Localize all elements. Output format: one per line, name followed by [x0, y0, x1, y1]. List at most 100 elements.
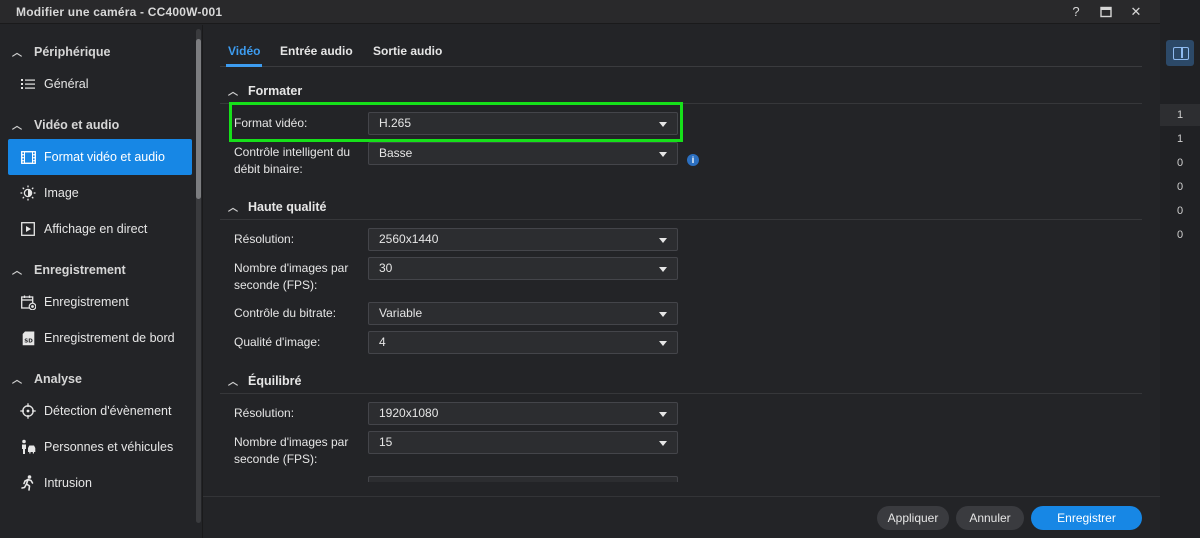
tab-video[interactable]: Vidéo	[228, 44, 260, 58]
sidebar-item-label: Détection d'évènement	[44, 404, 172, 418]
image-quality-label: Qualité d'image:	[234, 335, 321, 349]
dialog-title: Modifier une caméra - CC400W-001	[16, 4, 223, 19]
sidebar-item-label: Enregistrement	[44, 295, 129, 309]
section-divider	[220, 219, 1142, 220]
film-icon	[20, 149, 36, 165]
chevron-up-icon: ︿	[228, 377, 238, 388]
sidebar-section-enregistrement[interactable]: ︿ Enregistrement	[12, 262, 126, 278]
sidebar-item-edge-recording[interactable]: SD Enregistrement de bord	[8, 320, 192, 356]
bitrate-control-label: Contrôle du bitrate:	[234, 306, 337, 320]
maximize-icon[interactable]	[1098, 3, 1114, 21]
save-button[interactable]: Enregistrer	[1031, 506, 1142, 530]
background-value: 0	[1176, 181, 1184, 193]
chevron-up-icon: ︿	[12, 266, 22, 277]
caret-down-icon	[659, 267, 667, 272]
smart-bitrate-select[interactable]: Basse	[368, 142, 678, 165]
sidebar-item-label: Général	[44, 77, 89, 91]
panel-layout-icon[interactable]	[1166, 40, 1194, 66]
hq-image-quality-select[interactable]: 4	[368, 331, 678, 354]
select-value: Variable	[379, 306, 423, 320]
background-value: 0	[1176, 229, 1184, 241]
select-value: Basse	[379, 146, 413, 160]
title-bar: Modifier une caméra - CC400W-001 ? ✕	[0, 0, 1160, 24]
active-tab-indicator	[226, 64, 262, 67]
sidebar-item-people-vehicles[interactable]: Personnes et véhicules	[8, 429, 192, 465]
section-header-format[interactable]: ︿ Formater	[228, 83, 303, 99]
sidebar-section-video-audio[interactable]: ︿ Vidéo et audio	[12, 117, 120, 133]
sidebar-item-label: Personnes et véhicules	[44, 440, 174, 454]
background-value: 1	[1160, 104, 1200, 126]
sidebar: ︿ Périphérique Général ︿ Vidéo et audio …	[0, 25, 203, 538]
chevron-up-icon: ︿	[12, 48, 22, 59]
caret-down-icon	[659, 312, 667, 317]
sidebar-item-label: Format vidéo et audio	[44, 150, 165, 164]
dialog-footer: Appliquer Annuler Enregistrer	[203, 496, 1160, 538]
sidebar-item-image[interactable]: Image	[8, 175, 192, 211]
sidebar-item-intrusion[interactable]: Intrusion	[8, 465, 192, 501]
chevron-up-icon: ︿	[228, 87, 238, 98]
caret-down-icon	[659, 412, 667, 417]
sidebar-item-label: Affichage en direct	[44, 222, 148, 236]
play-box-icon	[20, 221, 36, 237]
balanced-fps-select[interactable]: 15	[368, 431, 678, 454]
sidebar-item-video-audio-format[interactable]: Format vidéo et audio	[8, 139, 192, 175]
section-header-balanced[interactable]: ︿ Équilibré	[228, 373, 302, 389]
sidebar-item-label: Enregistrement de bord	[44, 331, 175, 345]
background-value: 0	[1176, 205, 1184, 217]
balanced-next-select[interactable]	[368, 476, 678, 482]
highlight-annotation	[229, 102, 683, 142]
section-title: Haute qualité	[248, 199, 327, 214]
sidebar-scrollbar[interactable]	[196, 29, 201, 523]
background-value: 0	[1176, 157, 1184, 169]
sidebar-item-event-detection[interactable]: Détection d'évènement	[8, 393, 192, 429]
info-icon[interactable]: i	[687, 154, 699, 166]
select-value: 4	[379, 335, 386, 349]
hq-resolution-select[interactable]: 2560x1440	[368, 228, 678, 251]
tab-audio-input[interactable]: Entrée audio	[280, 44, 353, 58]
list-icon	[20, 76, 36, 92]
caret-down-icon	[659, 238, 667, 243]
sidebar-item-recording[interactable]: Enregistrement	[8, 284, 192, 320]
help-icon[interactable]: ?	[1068, 3, 1084, 21]
edit-camera-dialog: Modifier une caméra - CC400W-001 ? ✕ ︿ P…	[0, 0, 1160, 538]
smart-bitrate-label: Contrôle intelligent du débit binaire:	[234, 145, 351, 176]
caret-down-icon	[659, 341, 667, 346]
background-value: 1	[1176, 133, 1184, 145]
chevron-up-icon: ︿	[228, 203, 238, 214]
chevron-up-icon: ︿	[12, 121, 22, 132]
caret-down-icon	[659, 152, 667, 157]
calendar-record-icon	[20, 294, 36, 310]
section-divider	[220, 393, 1142, 394]
sidebar-item-label: Intrusion	[44, 476, 92, 490]
section-header-high-quality[interactable]: ︿ Haute qualité	[228, 199, 327, 215]
background-panel	[1160, 0, 1200, 538]
fps-label: Nombre d'images par seconde (FPS):	[234, 435, 349, 466]
person-vehicle-icon	[20, 439, 36, 455]
resolution-label: Résolution:	[234, 406, 295, 420]
sidebar-item-general[interactable]: Général	[8, 66, 192, 102]
sidebar-item-label: Image	[44, 186, 79, 200]
tab-audio-output[interactable]: Sortie audio	[373, 44, 442, 58]
svg-text:SD: SD	[24, 338, 33, 344]
sidebar-section-label: Enregistrement	[34, 262, 126, 277]
balanced-resolution-select[interactable]: 1920x1080	[368, 402, 678, 425]
resolution-label: Résolution:	[234, 232, 295, 246]
sidebar-section-label: Vidéo et audio	[34, 117, 120, 132]
tab-bar: Vidéo Entrée audio Sortie audio	[220, 36, 1142, 67]
hq-fps-select[interactable]: 30	[368, 257, 678, 280]
close-icon[interactable]: ✕	[1128, 3, 1144, 21]
apply-button[interactable]: Appliquer	[877, 506, 949, 530]
sidebar-section-analyse[interactable]: ︿ Analyse	[12, 371, 82, 387]
chevron-up-icon: ︿	[12, 375, 22, 386]
select-value: 1920x1080	[379, 406, 439, 420]
sidebar-section-peripherique[interactable]: ︿ Périphérique	[12, 44, 110, 60]
hq-bitrate-select[interactable]: Variable	[368, 302, 678, 325]
caret-down-icon	[659, 441, 667, 446]
section-title: Équilibré	[248, 373, 302, 388]
sidebar-section-label: Analyse	[34, 371, 82, 386]
select-value: 2560x1440	[379, 232, 439, 246]
sidebar-item-live-view[interactable]: Affichage en direct	[8, 211, 192, 247]
section-title: Formater	[248, 83, 303, 98]
cancel-button[interactable]: Annuler	[956, 506, 1024, 530]
sd-card-icon: SD	[20, 330, 36, 346]
